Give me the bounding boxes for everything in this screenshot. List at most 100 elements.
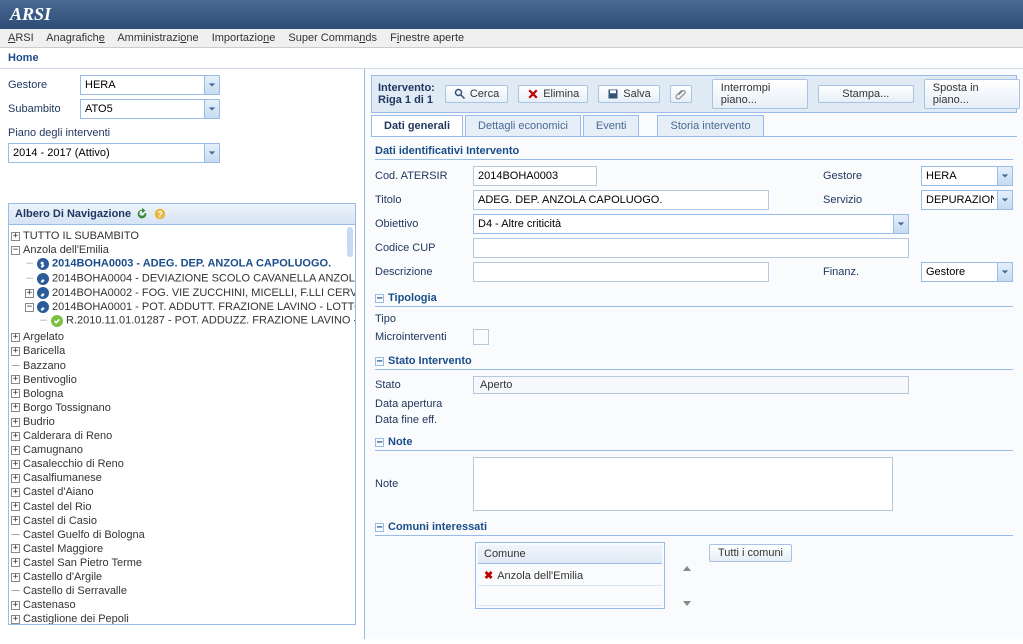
arrow-up-icon[interactable] — [683, 566, 691, 571]
tree-item[interactable]: Castel Guelfo di Bologna — [23, 529, 145, 541]
obiettivo-select[interactable] — [473, 214, 909, 234]
menu-amministrazione[interactable]: Amministrazione — [117, 32, 198, 44]
gestore-select[interactable] — [80, 75, 220, 95]
tree-item[interactable]: 2014BOHA0002 - FOG. VIE ZUCCHINI, MICELL… — [52, 287, 356, 299]
collapse-icon[interactable]: − — [375, 294, 384, 303]
tree-item[interactable]: Castel San Pietro Terme — [23, 557, 142, 569]
tree-item[interactable]: Castel del Rio — [23, 501, 91, 513]
table-row[interactable] — [478, 588, 662, 606]
menu-finestre-aperte[interactable]: Finestre aperte — [390, 32, 464, 44]
titolo-input[interactable] — [473, 190, 769, 210]
tree-item[interactable]: Castel di Casio — [23, 515, 97, 527]
tree-toggle[interactable]: + — [11, 418, 20, 427]
tree-item[interactable]: Baricella — [23, 346, 65, 358]
tree-scrollbar-thumb[interactable] — [347, 227, 353, 257]
tree-item-selected[interactable]: 2014BOHA0003 - ADEG. DEP. ANZOLA CAPOLUO… — [52, 258, 331, 270]
chevron-down-icon[interactable] — [204, 75, 220, 95]
tree-item[interactable]: Bazzano — [23, 360, 66, 372]
tree-item[interactable]: R.2010.11.01.01287 - POT. ADDUZZ. FRAZIO… — [66, 315, 356, 327]
tree-toggle[interactable]: + — [11, 389, 20, 398]
tree-item[interactable]: Borgo Tossignano — [23, 402, 111, 414]
menu-importazione[interactable]: Importazione — [212, 32, 276, 44]
menu-anagrafiche[interactable]: Anagrafiche — [46, 32, 105, 44]
tree-item[interactable]: Castello di Serravalle — [23, 585, 127, 597]
tree-toggle[interactable]: + — [11, 615, 20, 624]
tree-item[interactable]: Castello d'Argile — [23, 571, 102, 583]
tree-toggle[interactable]: + — [11, 403, 20, 412]
note-textarea[interactable] — [473, 457, 893, 511]
collapse-icon[interactable]: − — [375, 357, 384, 366]
chevron-down-icon[interactable] — [997, 190, 1013, 210]
tab-dati-generali[interactable]: Dati generali — [371, 115, 463, 136]
tree-item[interactable]: Bentivoglio — [23, 374, 77, 386]
servizio-select[interactable] — [921, 190, 1013, 210]
menu-super-commands[interactable]: Super Commands — [288, 32, 377, 44]
chevron-down-icon[interactable] — [997, 166, 1013, 186]
tree-toggle[interactable]: + — [11, 446, 20, 455]
gestore-r-select[interactable] — [921, 166, 1013, 186]
piano-select[interactable] — [8, 143, 220, 163]
collapse-icon[interactable]: − — [375, 438, 384, 447]
chevron-down-icon[interactable] — [204, 143, 220, 163]
refresh-icon[interactable] — [135, 207, 149, 221]
tree-toggle[interactable]: + — [11, 601, 20, 610]
tree-root[interactable]: TUTTO IL SUBAMBITO — [23, 230, 139, 242]
stampa-button[interactable]: Stampa... — [818, 85, 914, 103]
piano-input[interactable] — [8, 143, 220, 163]
tree-item[interactable]: Castel Maggiore — [23, 543, 103, 555]
tree-item[interactable]: Calderara di Reno — [23, 430, 112, 442]
tree-item[interactable]: Camugnano — [23, 444, 83, 456]
interrompi-button[interactable]: Interrompi piano... — [712, 79, 808, 109]
tab-storia-intervento[interactable]: Storia intervento — [657, 115, 763, 136]
tree-toggle[interactable]: + — [25, 289, 34, 298]
gestore-input[interactable] — [80, 75, 220, 95]
tree-toggle[interactable]: + — [11, 432, 20, 441]
cod-atersir-input[interactable] — [473, 166, 597, 186]
menu-arsi[interactable]: ARSI — [8, 32, 34, 44]
table-row[interactable]: ✖Anzola dell'Emilia — [478, 566, 662, 586]
tree-toggle[interactable]: + — [11, 375, 20, 384]
tree-toggle[interactable]: + — [11, 544, 20, 553]
tree-toggle[interactable]: + — [11, 333, 20, 342]
chevron-down-icon[interactable] — [204, 99, 220, 119]
tree-toggle[interactable]: + — [11, 474, 20, 483]
tree-node-expanded[interactable]: Anzola dell'Emilia — [23, 244, 109, 256]
tree-toggle[interactable]: + — [11, 558, 20, 567]
tree-item[interactable]: Casalfiumanese — [23, 472, 102, 484]
tree-item[interactable]: 2014BOHA0004 - DEVIAZIONE SCOLO CAVANELL… — [52, 273, 356, 285]
delete-row-icon[interactable]: ✖ — [484, 570, 493, 582]
tree-toggle[interactable]: + — [11, 488, 20, 497]
finanz-select[interactable] — [921, 262, 1013, 282]
chevron-down-icon[interactable] — [997, 262, 1013, 282]
subambito-select[interactable] — [80, 99, 220, 119]
tree-item[interactable]: Casalecchio di Reno — [23, 458, 124, 470]
tree-item[interactable]: Castiglione dei Pepoli — [23, 613, 129, 625]
tree-item[interactable]: Bologna — [23, 388, 63, 400]
tree-toggle[interactable]: + — [11, 502, 20, 511]
tree-item[interactable]: Argelato — [23, 331, 64, 343]
tab-dettagli-economici[interactable]: Dettagli economici — [465, 115, 581, 136]
collapse-icon[interactable]: − — [375, 523, 384, 532]
attach-button[interactable] — [670, 85, 692, 103]
sposta-button[interactable]: Sposta in piano... — [924, 79, 1020, 109]
tree-toggle[interactable]: + — [11, 232, 20, 241]
salva-button[interactable]: Salva — [598, 85, 660, 103]
subambito-input[interactable] — [80, 99, 220, 119]
tree-toggle[interactable]: + — [11, 347, 20, 356]
tree-toggle[interactable]: − — [11, 246, 20, 255]
arrow-down-icon[interactable] — [683, 601, 691, 606]
tab-eventi[interactable]: Eventi — [583, 115, 640, 136]
tree-item[interactable]: 2014BOHA0001 - POT. ADDUTT. FRAZIONE LAV… — [52, 301, 356, 313]
tree-toggle[interactable]: + — [11, 516, 20, 525]
tree-toggle[interactable]: + — [11, 460, 20, 469]
tree-toggle[interactable]: + — [11, 573, 20, 582]
cerca-button[interactable]: Cerca — [445, 85, 508, 103]
breadcrumb[interactable]: Home — [0, 48, 1023, 69]
info-icon[interactable]: ? — [153, 207, 167, 221]
navigation-tree[interactable]: +TUTTO IL SUBAMBITO −Anzola dell'Emilia … — [8, 225, 356, 625]
tree-toggle[interactable]: − — [25, 303, 34, 312]
cup-input[interactable] — [473, 238, 909, 258]
chevron-down-icon[interactable] — [893, 214, 909, 234]
micro-checkbox[interactable] — [473, 329, 489, 345]
tree-item[interactable]: Castenaso — [23, 599, 76, 611]
